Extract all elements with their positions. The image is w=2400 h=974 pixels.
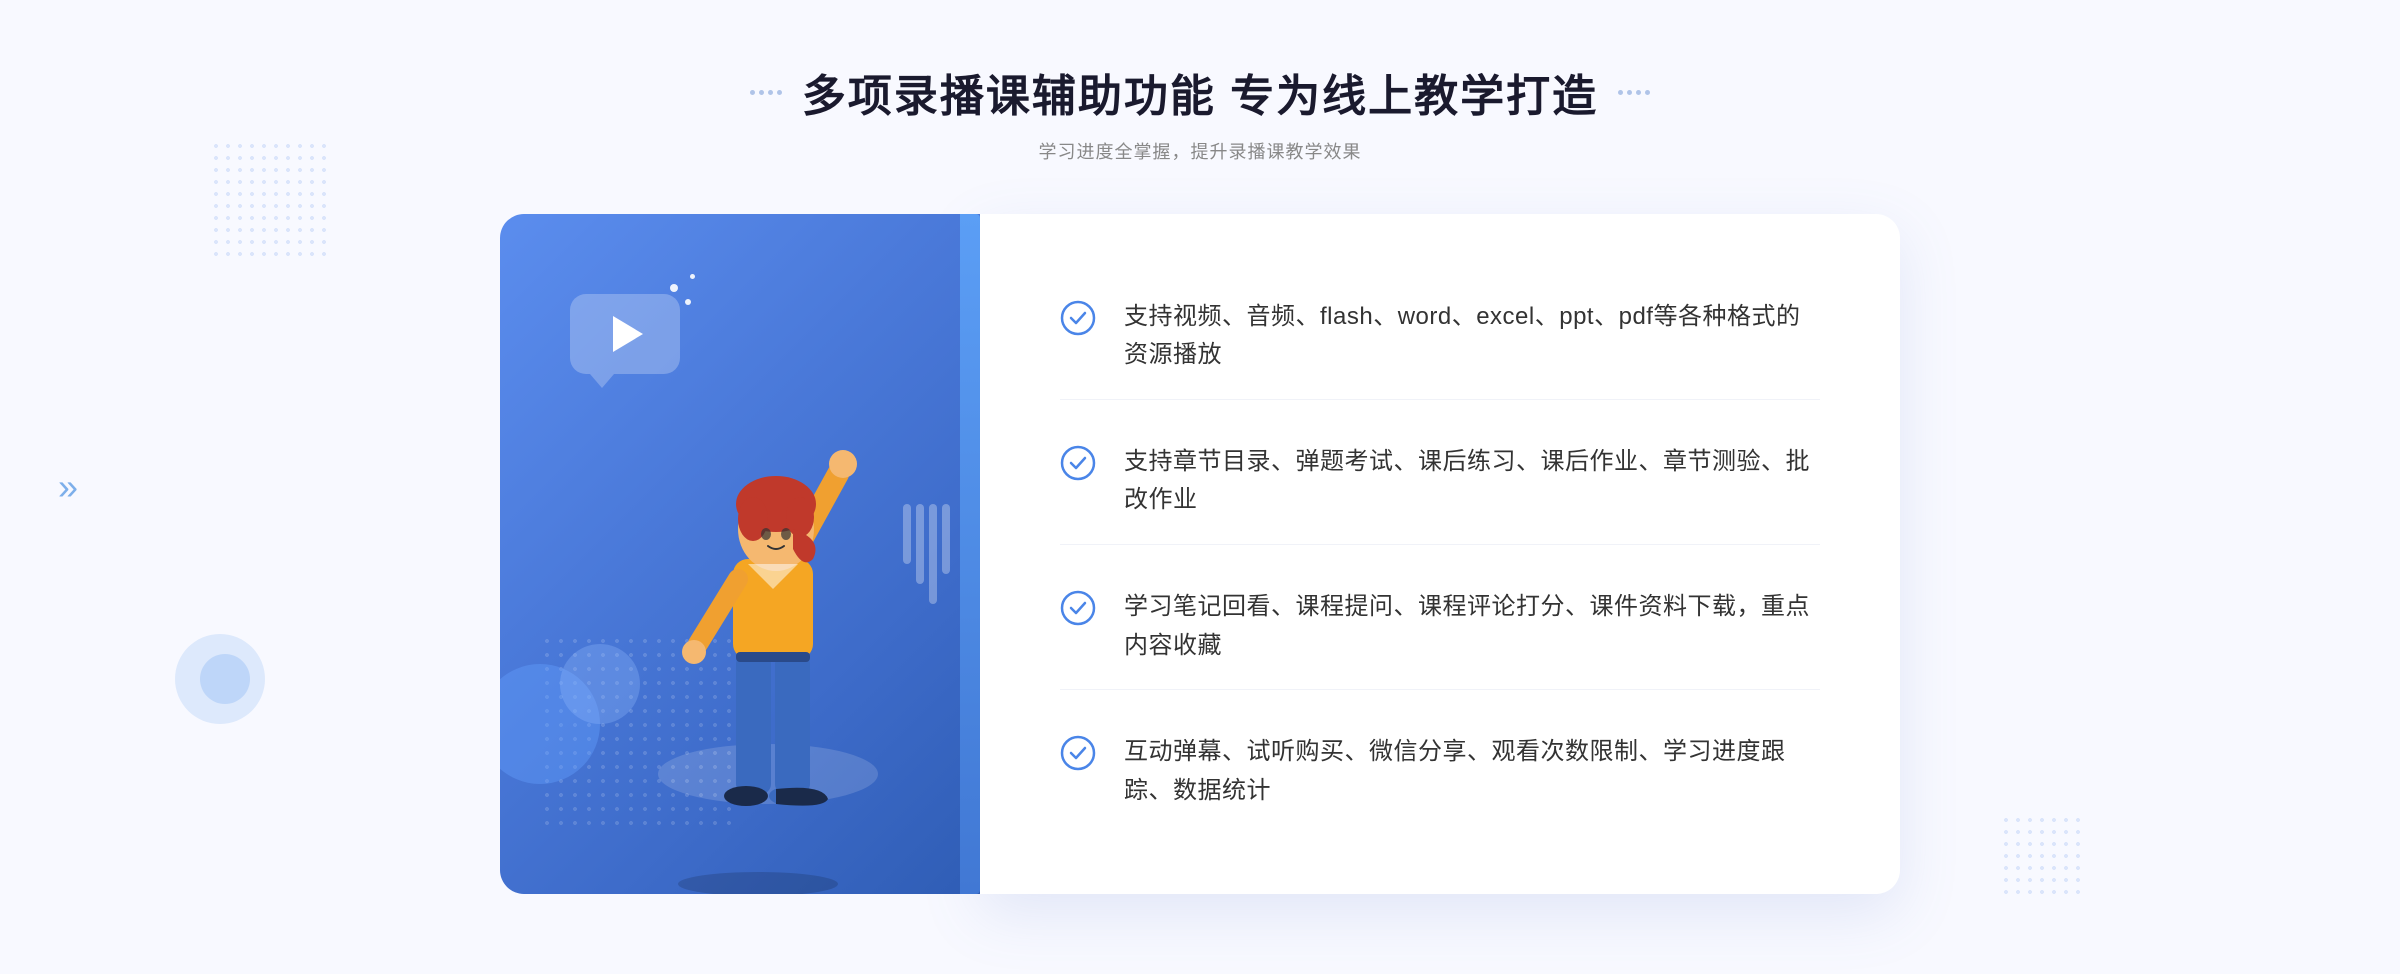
feature-text-3: 学习笔记回看、课程提问、课程评论打分、课件资料下载，重点内容收藏 [1124, 588, 1820, 665]
vert-bars [903, 504, 950, 604]
dots-decoration-left [210, 140, 330, 260]
sparkle-3 [685, 299, 691, 305]
character-illustration [628, 374, 908, 894]
dots-decoration-right [2000, 814, 2080, 894]
play-triangle-icon [613, 316, 643, 352]
illustration-inner [500, 214, 980, 894]
check-icon-3 [1060, 590, 1096, 626]
play-bubble [570, 294, 680, 384]
illustration-card [500, 214, 980, 894]
accent-bar [960, 214, 980, 894]
page-wrapper: » 多项录播课辅助功能 专为线上教学打造 学习进度全掌握，提升录播课教学效果 [0, 0, 2400, 974]
sparkle-1 [670, 284, 678, 292]
subtitle: 学习进度全掌握，提升录播课教学效果 [750, 138, 1650, 164]
check-icon-4 [1060, 735, 1096, 771]
sparkle-2 [690, 274, 695, 279]
header-section: 多项录播课辅助功能 专为线上教学打造 学习进度全掌握，提升录播课教学效果 [750, 60, 1650, 164]
play-bubble-shape [570, 294, 680, 374]
feature-text-4: 互动弹幕、试听购买、微信分享、观看次数限制、学习进度跟踪、数据统计 [1124, 733, 1820, 810]
decorator-dots-left [750, 90, 782, 95]
feature-item-4: 互动弹幕、试听购买、微信分享、观看次数限制、学习进度跟踪、数据统计 [1060, 709, 1820, 834]
content-area: 支持视频、音频、flash、word、excel、ppt、pdf等各种格式的资源… [500, 214, 1900, 894]
feature-text-2: 支持章节目录、弹题考试、课后练习、课后作业、章节测验、批改作业 [1124, 443, 1820, 520]
arrow-left-decoration: » [58, 466, 78, 508]
side-deco-circle-small [200, 654, 250, 704]
header-decorators: 多项录播课辅助功能 专为线上教学打造 [750, 60, 1650, 124]
check-icon-2 [1060, 445, 1096, 481]
feature-item-1: 支持视频、音频、flash、word、excel、ppt、pdf等各种格式的资源… [1060, 274, 1820, 400]
main-title: 多项录播课辅助功能 专为线上教学打造 [802, 60, 1598, 124]
feature-item-2: 支持章节目录、弹题考试、课后练习、课后作业、章节测验、批改作业 [1060, 419, 1820, 545]
check-icon-1 [1060, 300, 1096, 336]
feature-text-1: 支持视频、音频、flash、word、excel、ppt、pdf等各种格式的资源… [1124, 298, 1820, 375]
play-bubble-tail [590, 374, 614, 388]
decorator-dots-right [1618, 90, 1650, 95]
feature-item-3: 学习笔记回看、课程提问、课程评论打分、课件资料下载，重点内容收藏 [1060, 564, 1820, 690]
features-panel: 支持视频、音频、flash、word、excel、ppt、pdf等各种格式的资源… [980, 214, 1900, 894]
